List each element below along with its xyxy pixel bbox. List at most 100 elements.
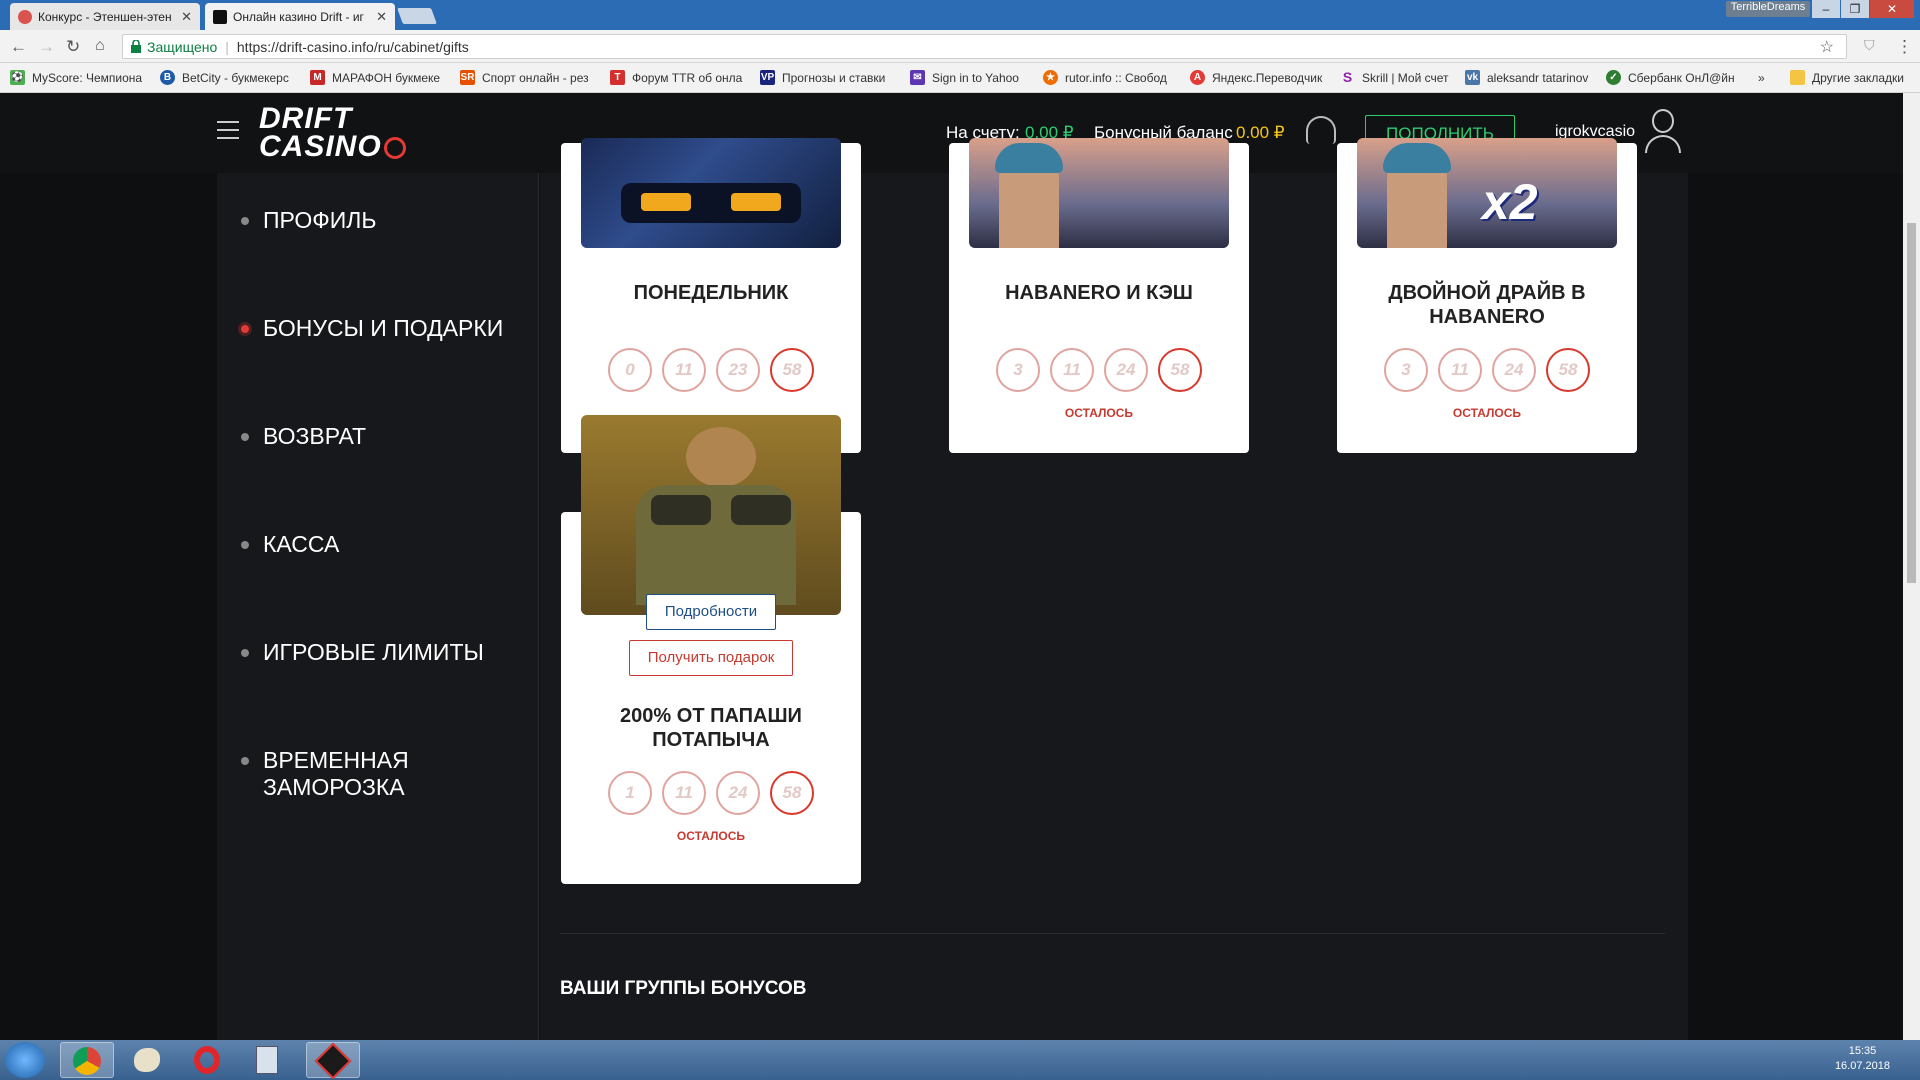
wager-counters: 3 11 24 58 <box>1337 348 1637 392</box>
gift-card-title: 200% ОТ ПАПАШИ ПОТАПЫЧА <box>620 705 802 751</box>
bullet-icon <box>241 433 249 441</box>
windows-taskbar: 15:35 16.07.2018 <box>0 1040 1920 1080</box>
sidebar-item-cashback[interactable]: ВОЗВРАТ <box>241 423 366 450</box>
bookmarks-more-button[interactable]: » <box>1758 71 1765 85</box>
window-user-badge: TerribleDreams <box>1726 1 1810 17</box>
lock-icon <box>131 40 141 53</box>
other-bookmarks-folder[interactable]: Другие закладки <box>1790 70 1904 85</box>
gift-card-habanero-cash: HABANERO И КЭШ 3 11 24 58 ОСТАЛОСЬ <box>949 138 1249 453</box>
gift-card-title: HABANERO И КЭШ <box>1005 282 1193 304</box>
counter-circle: 11 <box>662 771 706 815</box>
url-text: https://drift-casino.info/ru/cabinet/gif… <box>236 39 469 55</box>
counter-circle: 24 <box>716 771 760 815</box>
bookmark-item[interactable]: ★ rutor.info :: Свобод <box>1043 70 1167 85</box>
gift-card-title: ПОНЕДЕЛЬНИК <box>633 282 789 304</box>
bullet-icon <box>241 217 249 225</box>
system-clock[interactable]: 15:35 16.07.2018 <box>1835 1044 1890 1074</box>
user-avatar-icon[interactable] <box>1645 109 1681 157</box>
sidebar-item-profile[interactable]: ПРОФИЛЬ <box>241 207 376 234</box>
chrome-menu-icon[interactable]: ⋮ <box>1896 37 1913 57</box>
counter-circle: 1 <box>608 771 652 815</box>
counter-circle: 58 <box>770 771 814 815</box>
counter-circle: 58 <box>1158 348 1202 392</box>
wager-counters: 1 11 24 58 <box>561 771 861 815</box>
counter-circle: 3 <box>1384 348 1428 392</box>
section-divider <box>560 933 1665 934</box>
counter-circle: 58 <box>1546 348 1590 392</box>
habanero-slot-image <box>969 138 1229 248</box>
bookmark-item[interactable]: A Яндекс.Переводчик <box>1190 70 1322 85</box>
bookmark-item[interactable]: ✓ Сбербанк ОнЛ@йн <box>1606 70 1735 85</box>
tab-favicon-icon <box>213 10 227 24</box>
tab-close-icon[interactable]: ✕ <box>376 9 387 25</box>
counter-circle: 58 <box>770 348 814 392</box>
reload-icon[interactable]: ↻ <box>66 37 80 57</box>
browser-titlebar: Конкурс - Этеншен-этен ✕ Онлайн казино D… <box>0 0 1920 30</box>
page-scrollbar[interactable] <box>1903 93 1920 1040</box>
taskbar-opera-icon[interactable] <box>180 1042 234 1078</box>
new-tab-button[interactable] <box>397 8 437 24</box>
wager-counters: 0 11 23 58 <box>561 348 861 392</box>
sidebar-item-cashier[interactable]: КАССА <box>241 531 339 558</box>
monday-slot-image <box>581 138 841 248</box>
gift-card-monday: ПОНЕДЕЛЬНИК 0 11 23 58 <box>561 138 861 453</box>
forward-icon[interactable]: → <box>38 37 55 57</box>
bookmark-item[interactable]: S Skrill | Мой счет <box>1340 70 1449 86</box>
sidebar-item-bonuses[interactable]: БОНУСЫ И ПОДАРКИ <box>241 315 503 342</box>
menu-hamburger-icon[interactable] <box>217 121 239 145</box>
bookmark-item[interactable]: VP Прогнозы и ставки <box>760 70 885 85</box>
taskbar-chrome-icon[interactable] <box>60 1042 114 1078</box>
maximize-icon[interactable]: ❐ <box>1841 0 1869 18</box>
support-headset-icon[interactable] <box>1306 116 1336 144</box>
tab-label: Онлайн казино Drift - иг <box>233 10 364 24</box>
extension-shield-icon[interactable]: ⛉ <box>1864 37 1875 54</box>
logo-ring-icon <box>383 137 406 160</box>
tab-contest[interactable]: Конкурс - Этеншен-этен ✕ <box>10 3 200 30</box>
window-controls: – ❐ ✕ <box>1811 0 1914 18</box>
potapych-bear-image <box>581 415 841 615</box>
bookmarks-bar: ⚽ MyScore: Чемпиона B BetCity - букмекерс … <box>0 63 1920 93</box>
start-button-icon[interactable] <box>5 1042 45 1078</box>
tab-drift-casino[interactable]: Онлайн казино Drift - иг ✕ <box>205 3 395 30</box>
get-gift-button[interactable]: Получить подарок <box>629 640 793 676</box>
url-input[interactable]: Защищено | https://drift-casino.info/ru/ca… <box>122 34 1847 59</box>
active-bullet-icon <box>241 325 249 333</box>
details-button[interactable]: Подробности <box>646 594 776 630</box>
remaining-label: ОСТАЛОСЬ <box>1064 406 1134 420</box>
gift-card-title: ДВОЙНОЙ ДРАЙВ В HABANERO <box>1388 282 1586 328</box>
counter-circle: 24 <box>1104 348 1148 392</box>
secure-label: Защищено <box>147 39 218 55</box>
back-icon[interactable]: ← <box>10 37 27 57</box>
drift-casino-logo[interactable]: DRIFT CASINO <box>259 104 406 162</box>
counter-circle: 0 <box>608 348 652 392</box>
taskbar-paint-icon[interactable] <box>120 1042 174 1078</box>
scrollbar-thumb[interactable] <box>1907 223 1916 583</box>
minimize-icon[interactable]: – <box>1812 0 1840 18</box>
counter-circle: 3 <box>996 348 1040 392</box>
counter-circle: 11 <box>1050 348 1094 392</box>
bookmark-item[interactable]: ⚽ MyScore: Чемпиона <box>10 70 142 85</box>
bookmark-item[interactable]: B BetCity - букмекерс <box>160 70 289 85</box>
bullet-icon <box>241 757 249 765</box>
tab-close-icon[interactable]: ✕ <box>181 9 192 25</box>
bonus-groups-title: ВАШИ ГРУППЫ БОНУСОВ <box>560 978 807 999</box>
double-drive-slot-image: x2 <box>1357 138 1617 248</box>
taskbar-poker-icon[interactable] <box>306 1042 360 1080</box>
sidebar-item-freeze[interactable]: ВРЕМЕННАЯ ЗАМОРОЗКА <box>241 747 538 801</box>
bookmark-item[interactable]: SR Спорт онлайн - рез <box>460 70 589 85</box>
home-icon[interactable]: ⌂ <box>95 37 105 55</box>
taskbar-calculator-icon[interactable] <box>240 1042 294 1078</box>
sidebar-item-limits[interactable]: ИГРОВЫЕ ЛИМИТЫ <box>241 639 484 666</box>
bookmark-item[interactable]: vk aleksandr tatarinov <box>1465 70 1588 85</box>
bullet-icon <box>241 649 249 657</box>
bookmark-item[interactable]: ✉ Sign in to Yahoo <box>910 70 1019 85</box>
bookmark-item[interactable]: M МАРАФОН букмеке <box>310 70 440 85</box>
tab-favicon-icon <box>18 10 32 24</box>
bonus-balance-value: 0.00 ₽ <box>1236 123 1285 142</box>
bookmark-item[interactable]: T Форум TTR об онла <box>610 70 742 85</box>
counter-circle: 23 <box>716 348 760 392</box>
close-window-icon[interactable]: ✕ <box>1870 0 1914 18</box>
remaining-label: ОСТАЛОСЬ <box>1452 406 1522 420</box>
bookmark-star-icon[interactable]: ☆ <box>1820 37 1834 57</box>
gift-card-potapych: Подробности Получить подарок 200% ОТ ПАП… <box>561 415 861 884</box>
